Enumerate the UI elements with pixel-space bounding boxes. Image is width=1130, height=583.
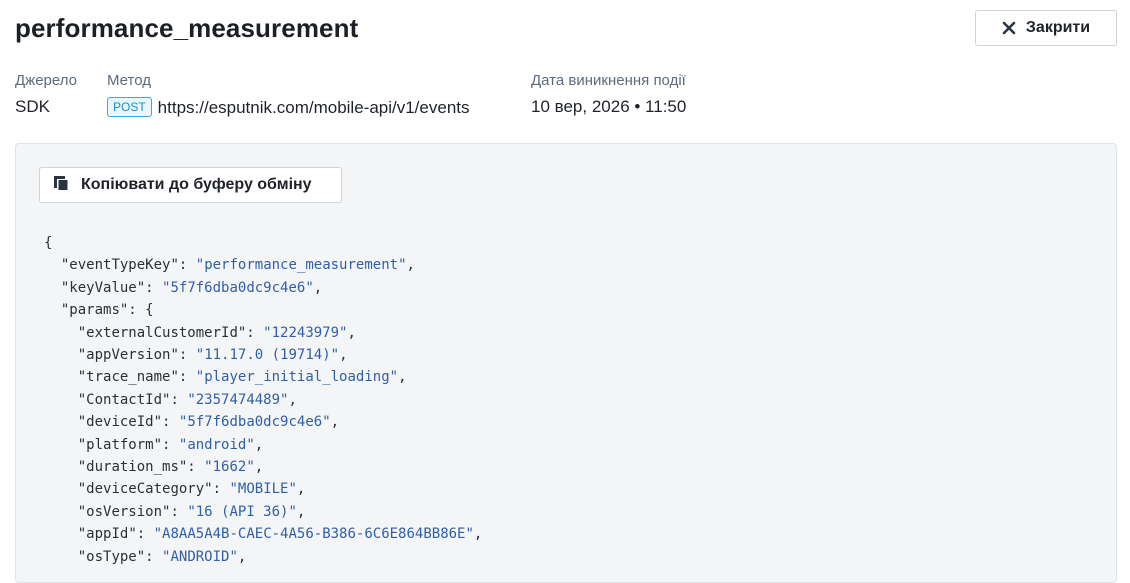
- code-line: "params": {: [60, 302, 154, 319]
- json-key: appId: [86, 526, 129, 543]
- code-line: {: [44, 235, 53, 251]
- json-string-value: "android": [178, 436, 255, 453]
- json-key: deviceId: [86, 414, 154, 431]
- code-line: "appId": "A8AA5A4B-CAEC-4A56-B386-6C6E86…: [77, 526, 483, 543]
- code-line: "osVersion": "16 (API 36)",: [77, 503, 306, 520]
- json-string-value: "12243979": [263, 324, 348, 341]
- code-line: "deviceId": "5f7f6dba0dc9c4e6",: [77, 414, 340, 431]
- json-key: eventTypeKey: [69, 257, 171, 274]
- copy-icon: [53, 175, 69, 196]
- json-string-value: "2357474489": [187, 391, 289, 408]
- page-title: performance_measurement: [15, 13, 359, 43]
- json-string-value: "player_initial_loading": [195, 369, 399, 386]
- json-string-value: "5f7f6dba0dc9c4e6": [162, 279, 314, 296]
- code-line: "appVersion": "11.17.0 (19714)",: [77, 347, 348, 364]
- json-key: appVersion: [86, 347, 171, 364]
- code-line: "keyValue": "5f7f6dba0dc9c4e6",: [60, 279, 323, 296]
- json-string-value: "16 (API 36)": [187, 503, 297, 520]
- json-key: trace_name: [86, 369, 171, 386]
- json-key: platform: [86, 436, 154, 453]
- json-key: externalCustomerId: [86, 324, 238, 341]
- method-badge: POST: [107, 97, 152, 117]
- copy-to-clipboard-button[interactable]: Копіювати до буферу обміну: [39, 167, 342, 203]
- json-key: ContactId: [86, 391, 163, 408]
- json-key: keyValue: [69, 279, 137, 296]
- source-value: SDK: [15, 97, 50, 116]
- copy-button-label: Копіювати до буферу обміну: [81, 176, 312, 193]
- code-line: "eventTypeKey": "performance_measurement…: [60, 257, 415, 274]
- date-label: Дата виникнення події: [531, 72, 686, 89]
- json-key: osVersion: [86, 503, 163, 520]
- json-string-value: "1662": [204, 459, 255, 476]
- json-code-block: { "eventTypeKey": "performance_measureme…: [44, 232, 482, 568]
- code-line: "trace_name": "player_initial_loading",: [77, 369, 407, 386]
- json-string-value: "ANDROID": [162, 548, 238, 565]
- close-button-label: Закрити: [1025, 19, 1091, 36]
- code-line: "osType": "ANDROID",: [77, 548, 247, 565]
- json-key: duration_ms: [86, 459, 179, 476]
- code-line: "externalCustomerId": "12243979",: [77, 324, 356, 341]
- json-string-value: "A8AA5A4B-CAEC-4A56-B386-6C6E864BB86E": [153, 526, 474, 543]
- payload-panel: Копіювати до буферу обміну { "eventTypeK…: [15, 143, 1117, 583]
- close-icon: [1002, 21, 1016, 35]
- method-label: Метод: [107, 72, 151, 89]
- json-key: params: [69, 302, 120, 319]
- json-key: deviceCategory: [86, 481, 205, 498]
- source-label: Джерело: [15, 72, 77, 89]
- json-key: osType: [86, 548, 137, 565]
- method-value: POST https://esputnik.com/mobile-api/v1/e…: [107, 97, 470, 118]
- code-line: "duration_ms": "1662",: [77, 459, 264, 476]
- json-string-value: "performance_measurement": [195, 257, 407, 274]
- json-string-value: "MOBILE": [229, 481, 297, 498]
- method-url: https://esputnik.com/mobile-api/v1/event…: [157, 98, 470, 117]
- code-line: "platform": "android",: [77, 436, 264, 453]
- close-button[interactable]: Закрити: [975, 10, 1117, 46]
- date-value: 10 вер, 2026 • 11:50: [531, 97, 687, 116]
- json-string-value: "5f7f6dba0dc9c4e6": [178, 414, 331, 431]
- code-line: "ContactId": "2357474489",: [77, 391, 297, 408]
- json-string-value: "11.17.0 (19714)": [195, 347, 340, 364]
- code-line: "deviceCategory": "MOBILE",: [77, 481, 306, 498]
